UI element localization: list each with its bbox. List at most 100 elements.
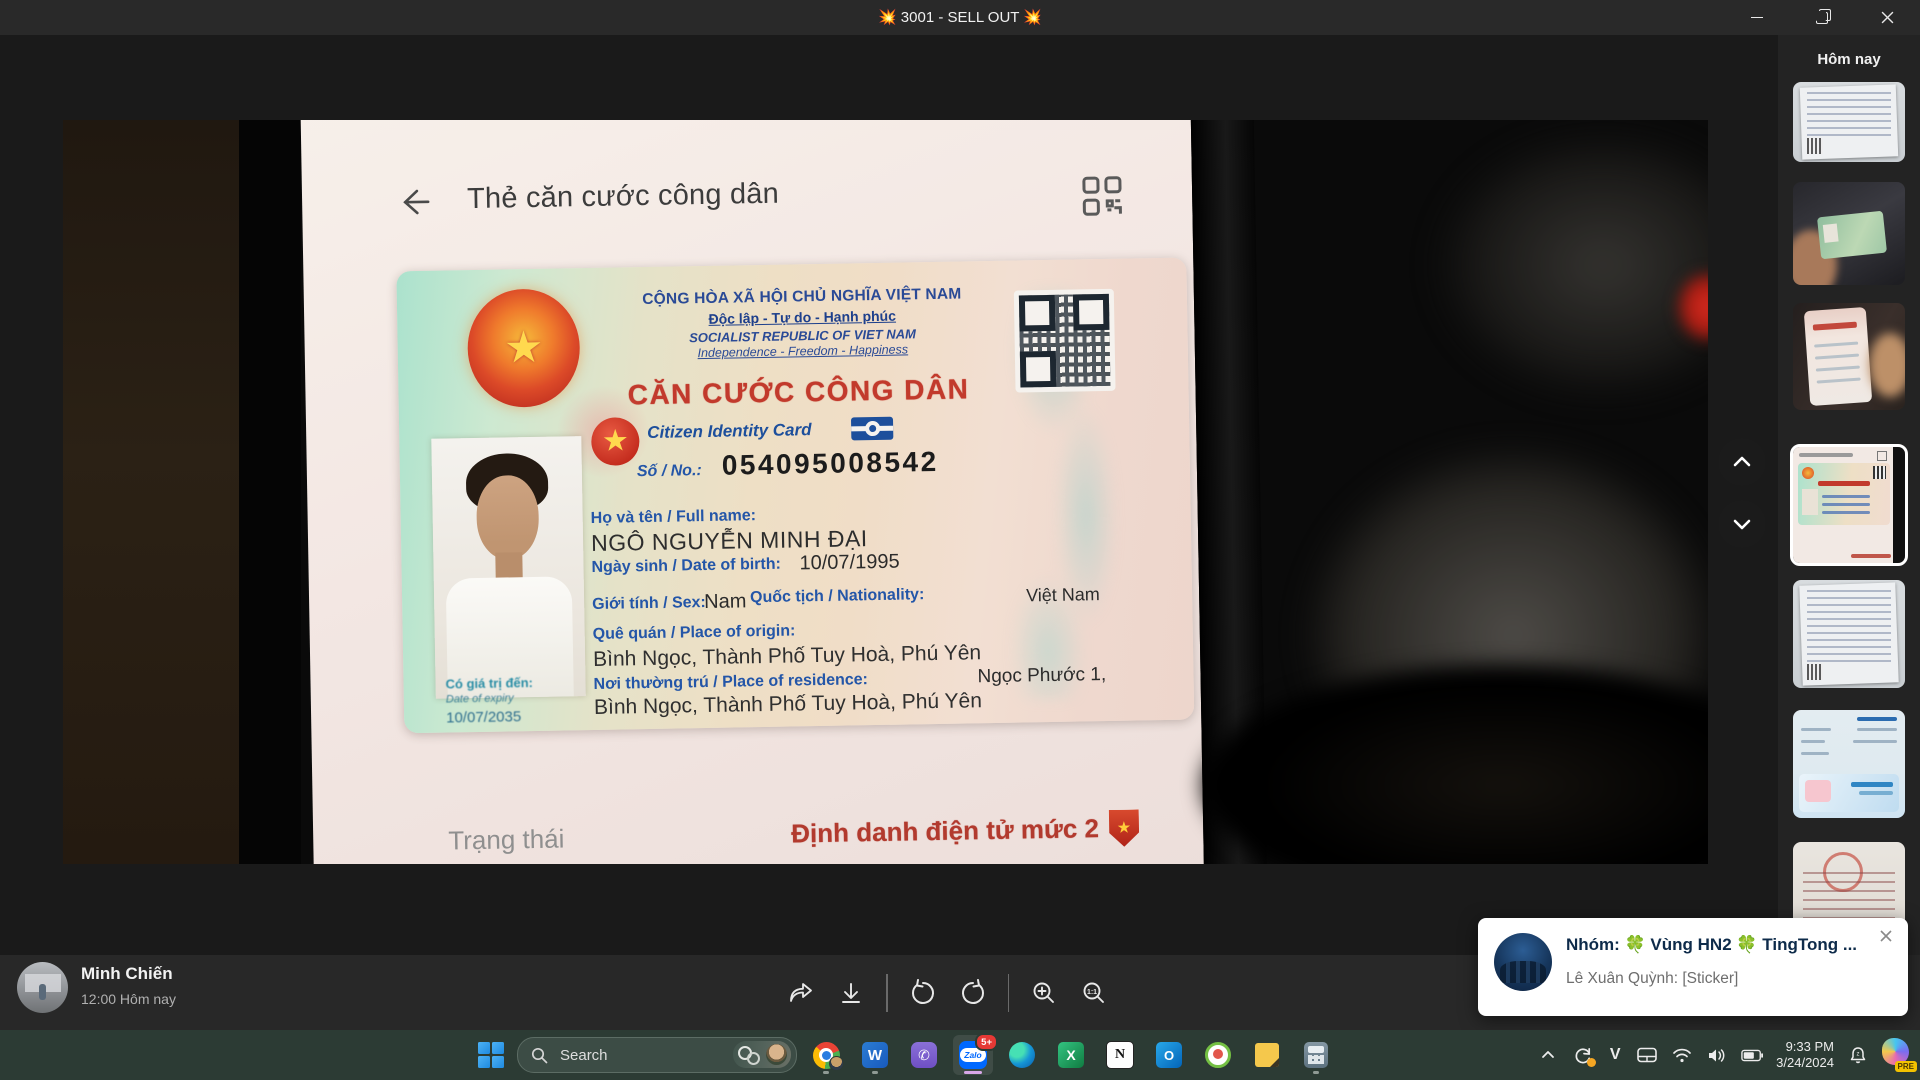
tray-volume[interactable] <box>1706 1044 1728 1066</box>
restore-button[interactable] <box>1799 0 1845 35</box>
star-icon: ★ <box>602 426 629 456</box>
minimize-icon <box>1751 17 1763 18</box>
taskbar-app-calculator[interactable] <box>1296 1035 1336 1075</box>
minimize-button[interactable] <box>1734 0 1780 35</box>
notion-icon: N <box>1106 1041 1134 1069</box>
number-label: Số / No.: <box>637 462 702 481</box>
thumbnail-current-selected[interactable] <box>1790 444 1908 566</box>
expiry-block: Có giá trị đến: Date of expiry 10/07/203… <box>445 675 533 727</box>
portrait-photo <box>431 436 586 699</box>
zoom-in-icon <box>1031 980 1057 1006</box>
svg-text:z: z <box>1857 1052 1860 1058</box>
dob-label: Ngày sinh / Date of birth: <box>591 556 781 577</box>
rotate-left-button[interactable] <box>908 978 938 1008</box>
group-avatar <box>1494 933 1552 991</box>
thumbnail-receipt-1[interactable] <box>1793 82 1905 162</box>
search-placeholder: Search <box>560 1047 608 1064</box>
dob-value: 10/07/1995 <box>799 551 899 576</box>
sex-label: Giới tính / Sex: <box>592 594 706 614</box>
photo-background-left <box>63 120 239 864</box>
thumbnail-bank-receipt[interactable] <box>1793 710 1905 818</box>
residence-value-2: Bình Ngọc, Thành Phố Tuy Hoà, Phú Yên <box>594 689 982 720</box>
tray-overflow-button[interactable] <box>1537 1044 1559 1066</box>
tray-clock[interactable]: 9:33 PM 3/24/2024 <box>1776 1039 1834 1071</box>
taskbar-app-sticky-notes[interactable] <box>1247 1035 1287 1075</box>
thumbnail-receipt-2[interactable] <box>1793 580 1905 688</box>
close-icon <box>1881 11 1894 24</box>
outlook-icon: O <box>1156 1042 1182 1068</box>
close-button[interactable] <box>1864 0 1910 35</box>
photo-shadow <box>1203 665 1708 864</box>
sex-value: Nam <box>704 590 747 614</box>
phone-screen: Thẻ căn cước công dân ★ CỘNG HÒA XÃ HỘI … <box>300 120 1205 864</box>
windows-taskbar: Search W ✆ Zalo 5+ <box>0 1030 1920 1080</box>
back-arrow-icon <box>395 184 432 221</box>
chevron-up-icon <box>1540 1047 1556 1063</box>
sidebar-date-header: Hôm nay <box>1778 51 1920 68</box>
word-icon: W <box>862 1042 888 1068</box>
image-viewport[interactable]: Thẻ căn cước công dân ★ CỘNG HÒA XÃ HỘI … <box>63 120 1708 864</box>
system-tray: V <box>1537 1030 1914 1080</box>
download-icon <box>838 980 864 1006</box>
search-highlight-image[interactable] <box>733 1041 791 1068</box>
wifi-icon <box>1672 1047 1692 1063</box>
notification-toast[interactable]: Nhóm: 🍀 Vùng HN2 🍀 TingTong ... Lê Xuân … <box>1478 918 1908 1016</box>
taskbar-search[interactable]: Search <box>517 1037 797 1073</box>
chrome-profile-overlay <box>829 1056 844 1071</box>
notification-close-button[interactable] <box>1874 924 1898 948</box>
rotate-right-icon <box>959 979 987 1007</box>
start-button[interactable] <box>474 1038 508 1072</box>
tray-battery[interactable] <box>1741 1044 1763 1066</box>
share-button[interactable] <box>786 978 816 1008</box>
speaker-icon <box>1707 1047 1727 1064</box>
qr-scan-icon <box>1080 174 1127 221</box>
scroll-down-button[interactable] <box>1718 500 1766 548</box>
notification-title: Nhóm: 🍀 Vùng HN2 🍀 TingTong ... <box>1566 935 1866 955</box>
taskbar-app-edge[interactable] <box>1002 1035 1042 1075</box>
taskbar-app-notion[interactable]: N <box>1100 1035 1140 1075</box>
zoom-in-button[interactable] <box>1029 978 1059 1008</box>
sender-avatar[interactable] <box>17 962 68 1013</box>
taskbar-app-chrome[interactable] <box>806 1035 846 1075</box>
tray-unikey[interactable]: V <box>1607 1044 1623 1066</box>
residence-label: Nơi thường trú / Place of residence: <box>593 671 868 694</box>
edge-icon <box>1009 1042 1035 1068</box>
thumbnail-hand-id-card[interactable] <box>1793 182 1905 285</box>
toolbar-separator <box>886 974 888 1012</box>
sent-time: 12:00 Hôm nay <box>81 991 176 1007</box>
qr-eye <box>1019 295 1056 332</box>
taskbar-app-outlook[interactable]: O <box>1149 1035 1189 1075</box>
rotate-right-button[interactable] <box>958 978 988 1008</box>
thumbnail-banking-app[interactable] <box>1793 303 1905 410</box>
taskbar-app-viber[interactable]: ✆ <box>904 1035 944 1075</box>
sync-status-dot <box>1587 1058 1596 1067</box>
tray-copilot[interactable]: PRE <box>1882 1038 1914 1072</box>
expiry-value: 10/07/2035 <box>446 708 534 727</box>
chip-flag-icon <box>851 417 893 441</box>
taskbar-app-zalo-active[interactable]: Zalo 5+ <box>953 1035 993 1075</box>
rotate-left-icon <box>909 979 937 1007</box>
tray-wifi[interactable] <box>1671 1044 1693 1066</box>
scroll-up-button[interactable] <box>1718 438 1766 486</box>
running-indicator <box>872 1071 878 1074</box>
eid-row: Định danh điện tử mức 2 ★ <box>791 809 1139 852</box>
calculator-icon <box>1304 1042 1328 1068</box>
tray-date: 3/24/2024 <box>1776 1055 1834 1071</box>
chevron-down-icon <box>1731 513 1753 535</box>
taskbar-app-excel[interactable]: X <box>1051 1035 1091 1075</box>
running-indicator <box>1313 1071 1319 1074</box>
tray-sync-icon[interactable] <box>1572 1044 1594 1066</box>
copilot-preview-badge: PRE <box>1895 1061 1917 1072</box>
touchpad-icon <box>1637 1047 1657 1063</box>
taskbar-app-word[interactable]: W <box>855 1035 895 1075</box>
zoom-actual-size-button[interactable]: 1:1 <box>1079 978 1109 1008</box>
sender-name: Minh Chiến <box>81 964 173 984</box>
download-button[interactable] <box>836 978 866 1008</box>
window-title: 💥 3001 - SELL OUT 💥 <box>0 0 1920 35</box>
tray-notification-bell[interactable]: z <box>1847 1044 1869 1066</box>
emblem-star-icon: ★ <box>504 326 544 371</box>
title-bar: 💥 3001 - SELL OUT 💥 <box>0 0 1920 35</box>
tray-touchpad[interactable] <box>1636 1044 1658 1066</box>
close-icon <box>1879 929 1893 943</box>
taskbar-app-coccoc[interactable] <box>1198 1035 1238 1075</box>
